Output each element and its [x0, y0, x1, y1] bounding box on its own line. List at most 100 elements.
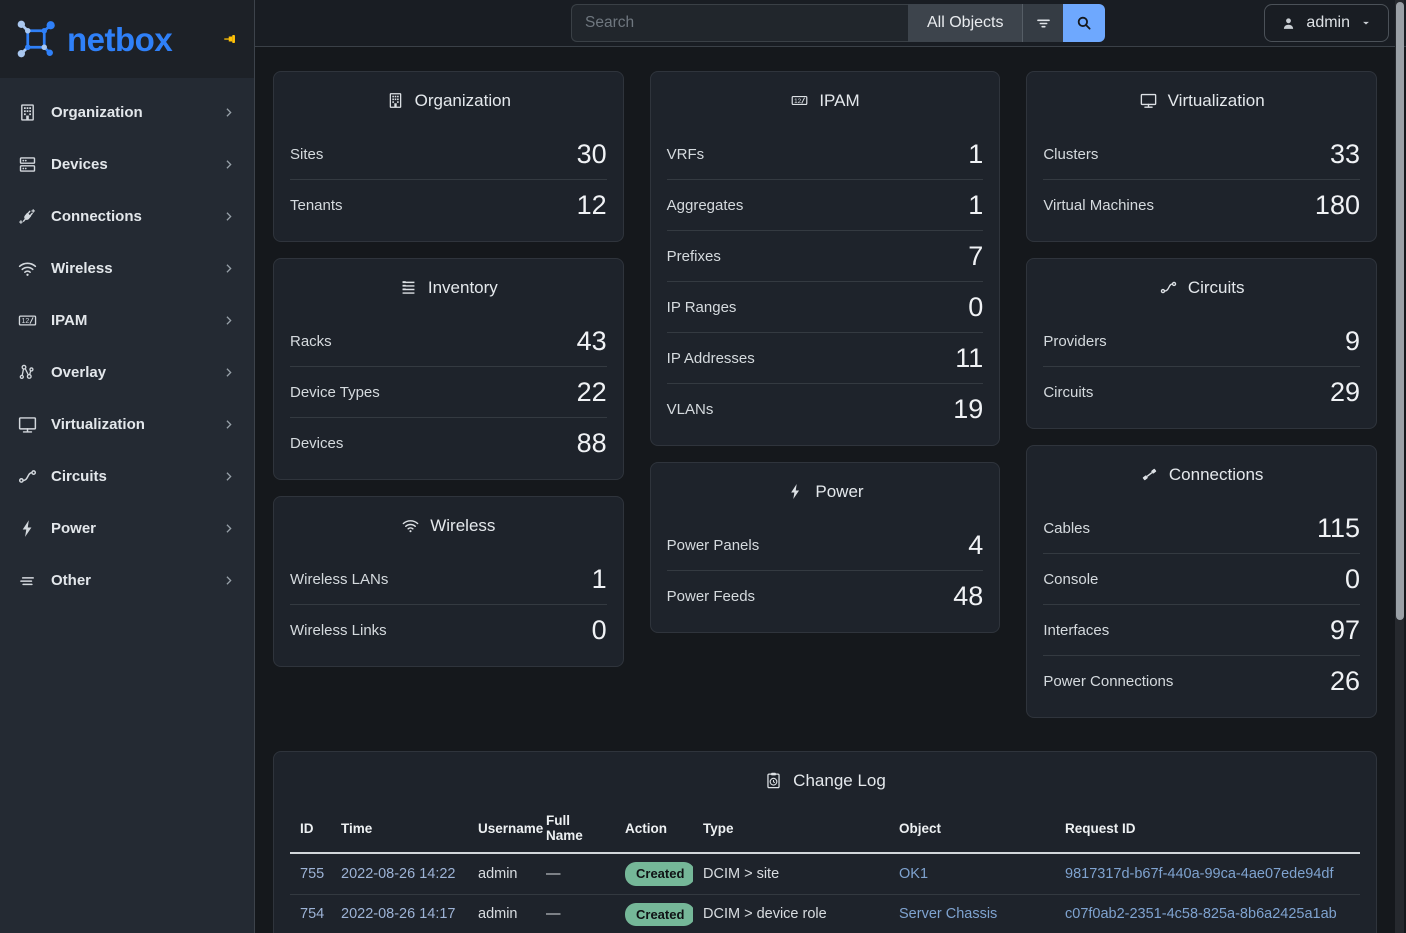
scrollbar-thumb[interactable]	[1396, 2, 1404, 620]
stat-label[interactable]: Providers	[1043, 333, 1106, 350]
search-input[interactable]	[571, 4, 908, 42]
netbox-logo-text: netbox	[67, 23, 172, 56]
sidebar-item-overlay[interactable]: Overlay	[0, 346, 254, 398]
stat-value[interactable]: 22	[577, 377, 607, 408]
stat-label[interactable]: Aggregates	[667, 197, 744, 214]
card-header: Circuits	[1027, 259, 1376, 316]
column-header-object: Object	[889, 809, 1055, 853]
change-id-link[interactable]: 755	[300, 866, 324, 882]
stat-value[interactable]: 11	[955, 343, 983, 374]
filter-icon	[1034, 14, 1053, 33]
chevron-right-icon	[221, 469, 236, 484]
change-time-link[interactable]: 2022-08-26 14:17	[341, 906, 456, 922]
main-content: Organization Sites 30 Tenants 12	[255, 47, 1406, 933]
stat-label[interactable]: Power Connections	[1043, 673, 1173, 690]
stat-value[interactable]: 7	[968, 241, 983, 272]
chevron-right-icon	[221, 573, 236, 588]
stat-label[interactable]: Virtual Machines	[1043, 197, 1154, 214]
wifi-icon	[401, 516, 420, 535]
change-time-link[interactable]: 2022-08-26 14:22	[341, 866, 456, 882]
stat-value[interactable]: 180	[1315, 190, 1360, 221]
stat-label[interactable]: IP Addresses	[667, 350, 755, 367]
person-icon	[1280, 15, 1297, 32]
stat-label[interactable]: Tenants	[290, 197, 343, 214]
stat-value[interactable]: 0	[968, 292, 983, 323]
stat-row: Cables 115	[1043, 503, 1360, 553]
stat-label[interactable]: Circuits	[1043, 384, 1093, 401]
user-menu-button[interactable]: admin	[1264, 4, 1389, 42]
sidebar-nav: Organization Devices Connections	[0, 78, 254, 606]
stat-label[interactable]: Devices	[290, 435, 343, 452]
search-submit-button[interactable]	[1063, 4, 1105, 42]
sidebar-item-label: Wireless	[51, 260, 221, 277]
card-organization: Organization Sites 30 Tenants 12	[273, 71, 624, 242]
change-id-link[interactable]: 754	[300, 906, 324, 922]
change-object-link[interactable]: Server Chassis	[899, 906, 997, 922]
stat-value[interactable]: 88	[577, 428, 607, 459]
stat-label[interactable]: VRFs	[667, 146, 705, 163]
lightning-icon	[17, 518, 38, 539]
stat-label[interactable]: Power Panels	[667, 537, 760, 554]
transit-icon	[17, 466, 38, 487]
stat-row: Power Connections 26	[1043, 655, 1360, 706]
sidebar-item-connections[interactable]: Connections	[0, 190, 254, 242]
stat-label[interactable]: Cables	[1043, 520, 1090, 537]
change-log-table: ID Time Username Full Name Action Type O…	[290, 809, 1360, 933]
stat-label[interactable]: Power Feeds	[667, 588, 755, 605]
stat-value[interactable]: 9	[1345, 326, 1360, 357]
change-request-id-link[interactable]: 9817317d-b67f-440a-99ca-4ae07ede94df	[1065, 866, 1333, 882]
stat-value[interactable]: 30	[577, 139, 607, 170]
sidebar-item-circuits[interactable]: Circuits	[0, 450, 254, 502]
sidebar-item-ipam[interactable]: 12 IPAM	[0, 294, 254, 346]
stat-value[interactable]: 1	[592, 564, 607, 595]
stat-label[interactable]: Racks	[290, 333, 332, 350]
stat-label[interactable]: VLANs	[667, 401, 714, 418]
filter-button[interactable]	[1022, 4, 1063, 42]
stat-label[interactable]: Clusters	[1043, 146, 1098, 163]
stat-row: Device Types 22	[290, 366, 607, 417]
stat-value[interactable]: 29	[1330, 377, 1360, 408]
stat-value[interactable]: 33	[1330, 139, 1360, 170]
sidebar-item-other[interactable]: Other	[0, 554, 254, 606]
server-icon	[17, 154, 38, 175]
card-circuits: Circuits Providers 9 Circuits 29	[1026, 258, 1377, 429]
table-row: 754 2022-08-26 14:17 admin — Created DCI…	[290, 894, 1360, 933]
stat-value[interactable]: 97	[1330, 615, 1360, 646]
stat-label[interactable]: Wireless LANs	[290, 571, 388, 588]
stat-value[interactable]: 12	[577, 190, 607, 221]
stat-value[interactable]: 19	[953, 394, 983, 425]
stat-label[interactable]: Sites	[290, 146, 323, 163]
sidebar-item-power[interactable]: Power	[0, 502, 254, 554]
stat-row: Devices 88	[290, 417, 607, 468]
card-power: Power Power Panels 4 Power Feeds 48	[650, 462, 1001, 633]
stat-value[interactable]: 4	[968, 530, 983, 561]
stat-rows: VRFs 1 Aggregates 1 Prefixes 7 IP Ranges…	[651, 129, 1000, 445]
change-request-id-link[interactable]: c07f0ab2-2351-4c58-825a-8b6a2425a1ab	[1065, 906, 1337, 922]
card-title: Circuits	[1188, 278, 1245, 298]
stat-label[interactable]: Device Types	[290, 384, 380, 401]
pin-icon[interactable]	[222, 30, 240, 48]
stat-value[interactable]: 1	[968, 190, 983, 221]
sidebar-item-wireless[interactable]: Wireless	[0, 242, 254, 294]
stat-value[interactable]: 0	[1345, 564, 1360, 595]
stat-label[interactable]: Wireless Links	[290, 622, 387, 639]
stat-value[interactable]: 115	[1317, 513, 1360, 544]
sidebar-item-virtualization[interactable]: Virtualization	[0, 398, 254, 450]
stat-value[interactable]: 48	[953, 581, 983, 612]
stat-label[interactable]: Interfaces	[1043, 622, 1109, 639]
stat-label[interactable]: IP Ranges	[667, 299, 737, 316]
stat-value[interactable]: 26	[1330, 666, 1360, 697]
sidebar-item-organization[interactable]: Organization	[0, 86, 254, 138]
sidebar-item-devices[interactable]: Devices	[0, 138, 254, 190]
stat-label[interactable]: Prefixes	[667, 248, 721, 265]
stat-label[interactable]: Console	[1043, 571, 1098, 588]
netbox-logo[interactable]: netbox	[14, 17, 222, 61]
search-icon	[1075, 14, 1093, 32]
card-connections: Connections Cables 115 Console 0 Interfa…	[1026, 445, 1377, 718]
stat-value[interactable]: 43	[577, 326, 607, 357]
stat-value[interactable]: 0	[592, 615, 607, 646]
change-object-link[interactable]: OK1	[899, 866, 928, 882]
stat-value[interactable]: 1	[968, 139, 983, 170]
card-change-log: Change Log ID Time Username Full Name Ac…	[273, 751, 1377, 933]
search-scope-button[interactable]: All Objects	[908, 4, 1022, 42]
